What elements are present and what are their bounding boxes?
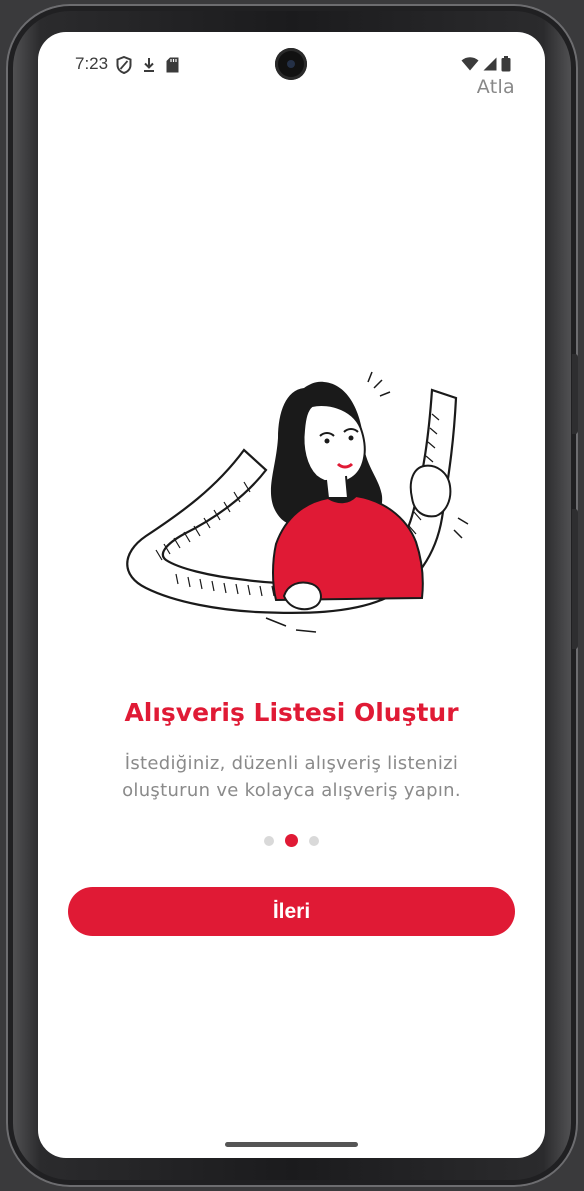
status-bar: 7:23 [38, 32, 545, 94]
download-arrow-icon [144, 58, 154, 72]
page-indicator [38, 834, 545, 847]
skip-button[interactable]: Atla [477, 76, 515, 98]
page-dot-2-active[interactable] [285, 834, 298, 847]
page-dot-3[interactable] [309, 835, 319, 846]
signal-icon [483, 57, 497, 71]
next-button-label: İleri [272, 899, 311, 923]
onboarding-title: Alışveriş Listesi Oluştur [124, 698, 459, 727]
volume-button [572, 354, 578, 434]
status-left-icons [116, 56, 179, 74]
power-button [572, 509, 578, 649]
wifi-icon [461, 57, 479, 71]
app-screen: 7:23 Atla Alışveriş Listesi Oluştur İste… [38, 32, 545, 1158]
home-indicator[interactable] [225, 1142, 358, 1147]
page-dot-1[interactable] [264, 835, 274, 846]
phone-frame: 7:23 Atla Alışveriş Listesi Oluştur İste… [6, 4, 578, 1187]
onboarding-description: İstediğiniz, düzenli alışveriş listenizi… [122, 753, 461, 801]
sd-card-icon [166, 57, 179, 73]
battery-icon [501, 56, 511, 72]
status-time: 7:23 [75, 54, 109, 73]
status-right-icons [461, 56, 511, 72]
front-camera [275, 48, 307, 80]
next-button[interactable]: İleri [68, 887, 515, 936]
woman-holding-shopping-list-illustration [126, 371, 469, 633]
shield-icon [116, 56, 132, 74]
